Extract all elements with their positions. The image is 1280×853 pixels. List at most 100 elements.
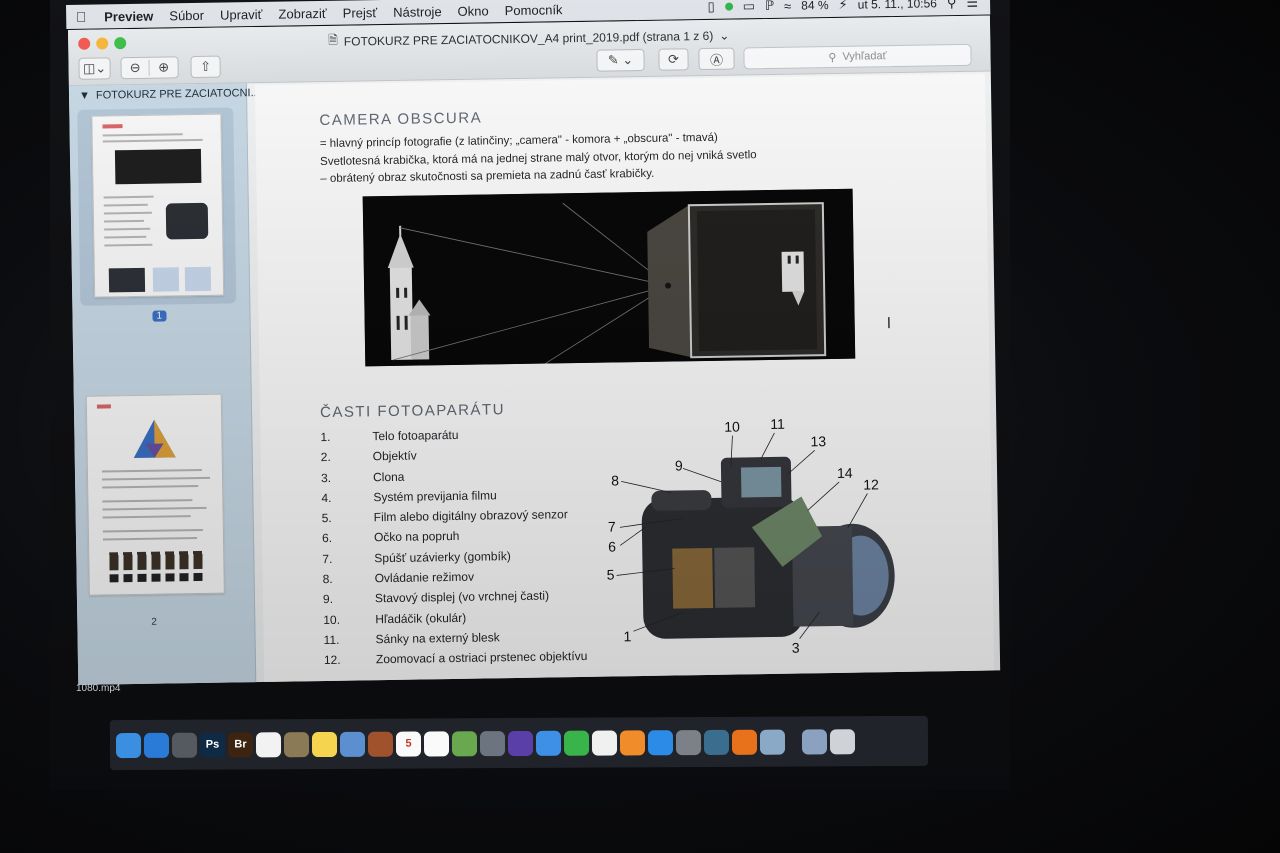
maps-icon[interactable] xyxy=(451,730,478,756)
books-icon[interactable] xyxy=(619,729,646,755)
clock[interactable]: ut 5. 11., 10:56 xyxy=(858,0,937,12)
share-button[interactable]: ⇧ xyxy=(190,55,221,79)
battery-percent[interactable]: 84 % xyxy=(801,0,829,12)
rotate-button[interactable]: ⟳ xyxy=(658,48,689,71)
downloads-stack-icon[interactable] xyxy=(801,728,828,755)
menu-upravit[interactable]: Upraviť xyxy=(212,6,271,22)
menu-preview[interactable]: Preview xyxy=(96,8,161,24)
thumb-text-line xyxy=(102,528,203,533)
diagram-label: 5 xyxy=(606,566,614,582)
list-item: 12. Zoomovací a ostriaci prstenec objektí… xyxy=(323,649,588,668)
close-window-button[interactable] xyxy=(78,37,91,50)
diagram-label: 10 xyxy=(724,418,740,434)
menu-subor[interactable]: Súbor xyxy=(161,7,212,23)
camera-obscura-heading: CAMERA OBSCURA xyxy=(319,109,483,130)
vlc-icon[interactable] xyxy=(731,729,758,755)
menu-pomocnik[interactable]: Pomocník xyxy=(497,2,571,18)
page-thumbnail-1[interactable] xyxy=(91,113,225,298)
launchpad-icon[interactable] xyxy=(479,730,506,756)
markup-pen-button[interactable]: ✎ ⌄ xyxy=(596,48,645,72)
thumb-text-line xyxy=(104,243,153,247)
search-icon: ⚲ xyxy=(828,51,837,64)
camera-obscura-description-line2: – obrátený obraz skutočnosti sa premieta… xyxy=(320,167,655,186)
chevron-down-icon[interactable]: ⌄ xyxy=(719,28,729,42)
diagram-label: 1 xyxy=(623,628,631,644)
diagram-label: 8 xyxy=(611,472,619,488)
zoom-out-icon[interactable]: ⊖ xyxy=(121,59,150,77)
zoom-window-button[interactable] xyxy=(114,37,127,50)
bridge-icon[interactable]: Br xyxy=(227,731,254,758)
apple-menu-icon[interactable]:  xyxy=(66,9,96,25)
airplay-icon[interactable]: ▭ xyxy=(743,0,756,14)
pdf-page: CAMERA OBSCURA = hlavný princíp fotograf… xyxy=(254,73,995,685)
thumb-text-line xyxy=(103,211,152,215)
spotlight-icon[interactable]: ⚲ xyxy=(947,0,957,11)
time-machine-icon[interactable] xyxy=(703,729,730,755)
trash-icon[interactable] xyxy=(829,728,856,754)
wifi-icon[interactable]: ≈ xyxy=(784,0,791,13)
sidebar-document-header[interactable]: ▼ FOTOKURZ PRE ZACIATOCNI... xyxy=(69,83,260,106)
menu-okno[interactable]: Okno xyxy=(449,3,496,19)
document-title-text: FOTOKURZ PRE ZACIATOCNIKOV_A4 print_2019… xyxy=(343,28,714,49)
contacts-icon[interactable] xyxy=(367,731,394,757)
camera-obscura-description-line1: Svetlotesná krabička, ktorá má na jednej… xyxy=(320,149,757,169)
preview-icon[interactable] xyxy=(283,731,310,757)
preview-window: 🗎 FOTOKURZ PRE ZACIATOCNIKOV_A4 print_20… xyxy=(68,15,1001,685)
photoshop-icon[interactable]: Ps xyxy=(199,732,226,758)
page-number-2: 2 xyxy=(151,616,157,628)
page-thumbnail-2[interactable] xyxy=(85,393,225,596)
mail-stamp-icon[interactable] xyxy=(339,731,366,757)
diagram-label: 13 xyxy=(810,433,826,449)
thumb-obscura-image xyxy=(114,148,202,185)
sidebar-icon: ◫⌄ xyxy=(82,60,107,76)
reminders-icon[interactable] xyxy=(423,730,450,756)
facetime-icon[interactable] xyxy=(563,730,590,756)
app-store-icon[interactable] xyxy=(647,729,674,755)
column-view-icon[interactable]: ▯ xyxy=(707,0,714,15)
messages-icon[interactable] xyxy=(535,730,562,756)
thumb-text-line xyxy=(101,468,202,473)
search-field[interactable]: ⚲ Vyhľadať xyxy=(743,43,972,70)
system-preferences-icon[interactable] xyxy=(675,729,702,755)
recording-indicator-icon xyxy=(724,2,733,11)
camera-parts-diagram: 10 11 13 9 14 8 12 7 6 5 1 3 xyxy=(606,416,895,656)
thumb-heading-mark xyxy=(96,404,111,409)
notification-center-icon[interactable]: ☰ xyxy=(966,0,978,11)
menu-nastroje[interactable]: Nástroje xyxy=(385,3,450,20)
thumb-camera-image xyxy=(165,202,209,240)
zoom-in-icon[interactable]: ⊕ xyxy=(149,59,177,75)
photos-icon[interactable] xyxy=(255,731,282,757)
dock: Ps Br 5 xyxy=(109,715,929,771)
sidebar-toggle-button[interactable]: ◫⌄ xyxy=(78,57,111,80)
pdf-document-icon: 🗎 xyxy=(328,32,338,47)
finder-icon[interactable] xyxy=(115,732,142,758)
itunes-icon[interactable] xyxy=(591,729,618,756)
page-number-1: 1 xyxy=(152,310,167,322)
list-item: 9. Stavový displej (vo vrchnej časti) xyxy=(322,588,550,607)
thumb-lens-image xyxy=(108,267,146,293)
photo-booth-icon[interactable] xyxy=(171,732,198,758)
minimize-window-button[interactable] xyxy=(96,37,109,50)
image-capture-icon[interactable] xyxy=(759,729,786,755)
markup-toolbar-button[interactable]: Ⓐ xyxy=(698,47,735,71)
battery-charging-icon[interactable]: ⚡ xyxy=(838,0,847,13)
calendar-icon[interactable]: 5 xyxy=(395,731,422,757)
notes-icon[interactable] xyxy=(311,731,338,757)
rotate-icon: ⟳ xyxy=(667,51,680,67)
thumb-text-line xyxy=(103,219,145,223)
siri-icon[interactable] xyxy=(507,730,534,756)
pen-icon: ✎ ⌄ xyxy=(607,52,634,68)
menu-zobrazit[interactable]: Zobraziť xyxy=(270,5,334,21)
thumb-text-line xyxy=(102,499,193,503)
menu-prejst[interactable]: Prejsť xyxy=(335,4,386,21)
desktop-file-label[interactable]: 1080.mp4 xyxy=(76,683,120,694)
bluetooth-icon[interactable]: ℙ xyxy=(765,0,774,14)
camera-parts-heading: ČASTI FOTOAPARÁTU xyxy=(319,401,506,422)
thumb-text-line xyxy=(102,515,191,519)
list-item: 5. Film alebo digitálny obrazový senzor xyxy=(321,507,568,526)
safari-icon[interactable] xyxy=(143,732,170,758)
disclosure-triangle-icon[interactable]: ▼ xyxy=(79,90,90,102)
thumb-text-line xyxy=(104,227,151,231)
thumb-text-line xyxy=(103,203,148,207)
search-placeholder: Vyhľadať xyxy=(842,50,887,63)
